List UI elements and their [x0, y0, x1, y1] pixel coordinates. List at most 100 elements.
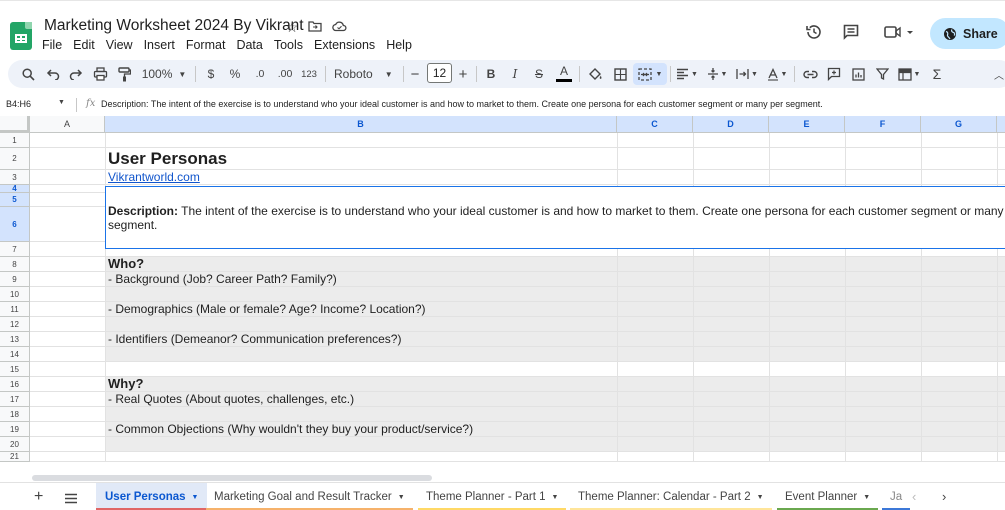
font-size-input[interactable]: 12 [427, 63, 452, 83]
table-row[interactable]: - Real Quotes (About quotes, challenges,… [30, 392, 1005, 407]
video-icon[interactable] [883, 23, 917, 43]
row-header-14[interactable]: 14 [0, 347, 30, 362]
table-icon[interactable]: ▼ [896, 60, 922, 88]
row-header-16[interactable]: 16 [0, 377, 30, 392]
paint-format-icon[interactable] [114, 60, 134, 88]
row-header-10[interactable]: 10 [0, 287, 30, 302]
row-header-4[interactable]: 4 [0, 184, 30, 193]
decrease-decimal-button[interactable]: .0 [251, 60, 269, 88]
menu-tools[interactable]: Tools [274, 38, 308, 52]
comment-icon[interactable] [842, 23, 862, 43]
row-header-19[interactable]: 19 [0, 422, 30, 437]
table-row[interactable] [30, 437, 1005, 452]
borders-icon[interactable] [611, 60, 629, 88]
menu-format[interactable]: Format [186, 38, 231, 52]
row-header-13[interactable]: 13 [0, 332, 30, 347]
wrap-icon[interactable]: ▼ [735, 60, 759, 88]
menu-data[interactable]: Data [236, 38, 267, 52]
history-icon[interactable] [805, 23, 825, 43]
share-button[interactable]: Share [930, 18, 1005, 49]
table-row[interactable]: - Common Objections (Why wouldn't they b… [30, 422, 1005, 437]
link-icon[interactable] [801, 60, 819, 88]
zoom-select[interactable]: 100% ▼ [140, 60, 188, 88]
collapse-icon[interactable]: ︿ [990, 60, 1005, 88]
sheet-grid[interactable]: A B C D E F G 1 2 User Personas 3 Vikrantwor… [0, 116, 1005, 476]
table-row[interactable] [30, 362, 1005, 377]
print-icon[interactable] [90, 60, 110, 88]
number-format-button[interactable]: 123 [300, 60, 318, 88]
align-icon[interactable]: ▼ [675, 60, 699, 88]
scroll-tabs-right-icon[interactable]: › [942, 489, 946, 504]
table-row[interactable] [30, 347, 1005, 362]
row-header-12[interactable]: 12 [0, 317, 30, 332]
row-header-11[interactable]: 11 [0, 302, 30, 317]
description-cell[interactable]: Description: The intent of the exercise … [106, 187, 1005, 248]
increase-decimal-button[interactable]: .00 [275, 60, 295, 88]
menu-insert[interactable]: Insert [144, 38, 180, 52]
add-sheet-icon[interactable]: + [34, 488, 43, 506]
row-header-2[interactable]: 2 [0, 148, 30, 170]
menu-file[interactable]: File [42, 38, 67, 52]
menu-extensions[interactable]: Extensions [314, 38, 380, 52]
font-select[interactable]: Roboto ▼ [334, 60, 394, 88]
row-header-21[interactable]: 21 [0, 452, 30, 462]
column-header-e[interactable]: E [769, 116, 845, 133]
bold-button[interactable]: B [484, 60, 498, 88]
table-row[interactable]: - Demographics (Male or female? Age? Inc… [30, 302, 1005, 317]
horizontal-scrollbar[interactable] [32, 475, 432, 481]
menu-view[interactable]: View [106, 38, 138, 52]
fill-color-icon[interactable] [586, 60, 604, 88]
currency-format-button[interactable]: $ [203, 60, 219, 88]
row-header-6[interactable]: 6 [0, 207, 30, 242]
scroll-tabs-left-icon[interactable]: ‹ [912, 489, 916, 504]
font-size-increase-button[interactable]: + [457, 60, 469, 88]
move-folder-icon[interactable] [307, 19, 323, 35]
table-row[interactable] [30, 287, 1005, 302]
column-header-f[interactable]: F [845, 116, 921, 133]
table-row[interactable]: - Identifiers (Demeanor? Communication p… [30, 332, 1005, 347]
row-header-9[interactable]: 9 [0, 272, 30, 287]
table-row[interactable] [30, 317, 1005, 332]
row-header-8[interactable]: 8 [0, 257, 30, 272]
sheets-logo-icon[interactable] [10, 22, 32, 50]
rotate-icon[interactable]: ▼ [765, 60, 789, 88]
percent-format-button[interactable]: % [227, 60, 243, 88]
text-color-button[interactable]: A [555, 60, 573, 88]
table-row[interactable] [30, 452, 1005, 462]
select-all-corner[interactable] [0, 116, 30, 133]
undo-icon[interactable] [43, 60, 63, 88]
row-header-5[interactable]: 5 [0, 193, 30, 207]
row-header-3[interactable]: 3 [0, 170, 30, 185]
column-header-c[interactable]: C [617, 116, 693, 133]
strikethrough-button[interactable]: S [532, 60, 546, 88]
row-header-17[interactable]: 17 [0, 392, 30, 407]
merge-cells-button[interactable]: ▼ [633, 63, 667, 85]
column-header-b[interactable]: B [105, 116, 617, 133]
star-icon[interactable]: ☆ [284, 19, 300, 35]
font-size-decrease-button[interactable]: − [409, 60, 421, 88]
sheet-tab-theme-planner-2[interactable]: Theme Planner: Calendar - Part 2 ▼ [570, 483, 772, 510]
sigma-icon[interactable]: Σ [928, 60, 946, 88]
sheet-tab-theme-planner-1[interactable]: Theme Planner - Part 1 ▼ [418, 483, 567, 510]
row-header-18[interactable]: 18 [0, 407, 30, 422]
add-comment-icon[interactable] [825, 60, 843, 88]
formula-input[interactable]: Description: The intent of the exercise … [101, 99, 823, 109]
table-row[interactable]: Who? [30, 256, 1005, 272]
column-header-a[interactable]: A [30, 116, 105, 133]
chevron-down-icon[interactable]: ▼ [58, 99, 65, 106]
row-header-15[interactable]: 15 [0, 362, 30, 377]
italic-button[interactable]: I [508, 60, 522, 88]
table-row[interactable] [30, 407, 1005, 422]
table-row[interactable]: Why? [30, 376, 1005, 392]
sheet-tab-event-planner[interactable]: Event Planner ▼ [777, 483, 879, 510]
valign-icon[interactable]: ▼ [705, 60, 729, 88]
search-icon[interactable] [18, 60, 38, 88]
sheet-tab-ja[interactable]: Ja [882, 483, 911, 510]
sheet-tab-marketing-goal[interactable]: Marketing Goal and Result Tracker ▼ [206, 483, 413, 510]
table-row[interactable]: Vikrantworld.com [30, 170, 1005, 185]
table-row[interactable]: - Background (Job? Career Path? Family?) [30, 272, 1005, 287]
row-header-20[interactable]: 20 [0, 437, 30, 452]
column-header-d[interactable]: D [693, 116, 769, 133]
filter-icon[interactable] [873, 60, 891, 88]
table-row[interactable]: User Personas [30, 148, 1005, 170]
